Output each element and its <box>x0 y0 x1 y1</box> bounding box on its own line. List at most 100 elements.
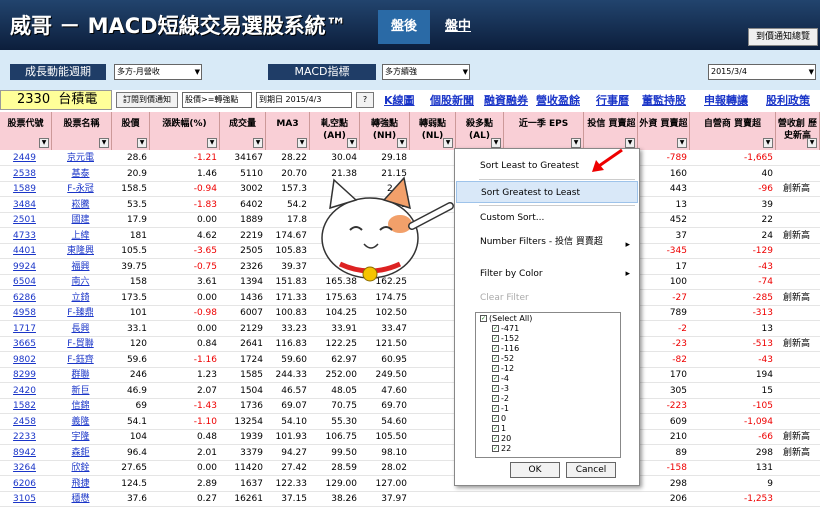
checkbox-icon[interactable]: ✓ <box>492 435 499 442</box>
filter-dropdown-icon[interactable]: ▼ <box>297 138 307 148</box>
cell-code[interactable]: 3105 <box>0 491 52 507</box>
checkbox-icon[interactable]: ✓ <box>492 425 499 432</box>
cell-name[interactable]: F-永冠 <box>52 181 112 197</box>
help-button[interactable]: ? <box>356 92 374 108</box>
cell-code[interactable]: 3484 <box>0 197 52 213</box>
growth-select[interactable]: 多方-月營收 ▼ <box>114 64 202 80</box>
cell-name[interactable]: 宇隆 <box>52 429 112 445</box>
filter-dropdown-icon[interactable]: ▼ <box>253 138 263 148</box>
cell-name[interactable]: 飛捷 <box>52 476 112 492</box>
filter-checkbox[interactable]: ✓ 20 <box>492 434 511 444</box>
table-row[interactable]: 2420 新巨 46.9 2.07 1504 46.57 48.05 47.60 305 15 <box>0 383 820 399</box>
link-news[interactable]: 個股新聞 <box>430 92 474 108</box>
cell-code[interactable]: 2501 <box>0 212 52 228</box>
cell-code[interactable]: 1589 <box>0 181 52 197</box>
filter-checkbox[interactable]: ✓ -1 <box>492 404 509 414</box>
cell-code[interactable]: 1717 <box>0 321 52 337</box>
cell-code[interactable]: 3665 <box>0 336 52 352</box>
cell-name[interactable]: 基泰 <box>52 166 112 182</box>
cell-code[interactable]: 2538 <box>0 166 52 182</box>
table-row[interactable]: 3665 F-貿聯 120 0.84 2641 116.83 122.25 121.50 -23… <box>0 336 820 353</box>
cell-name[interactable]: F-貿聯 <box>52 336 112 352</box>
table-row[interactable]: 6206 飛捷 124.5 2.89 1637 122.33 129.00 127.00 298… <box>0 476 820 492</box>
filter-checkbox[interactable]: ✓ -2 <box>492 394 509 404</box>
filter-dropdown-icon[interactable]: ▼ <box>677 138 687 148</box>
cell-name[interactable]: 信錦 <box>52 398 112 414</box>
link-insiders[interactable]: 董監持股 <box>642 92 686 108</box>
checkbox-icon[interactable]: ✓ <box>492 325 499 332</box>
checkbox-icon[interactable]: ✓ <box>492 445 499 452</box>
cell-code[interactable]: 8299 <box>0 367 52 383</box>
cell-code[interactable]: 6206 <box>0 476 52 492</box>
custom-sort-item[interactable]: Custom Sort... <box>456 207 638 229</box>
table-row[interactable]: 2458 義隆 54.1 -1.10 13254 54.10 55.30 54.60 609 -1… <box>0 414 820 430</box>
table-row[interactable]: 3105 穩懋 37.6 0.27 16261 37.15 38.26 37.97 206 -1,… <box>0 491 820 508</box>
date-select[interactable]: 2015/3/4 ▼ <box>708 64 816 80</box>
cell-code[interactable]: 9924 <box>0 259 52 275</box>
filter-dropdown-icon[interactable]: ▼ <box>807 138 817 148</box>
filter-dropdown-icon[interactable]: ▼ <box>347 138 357 148</box>
cell-code[interactable]: 4958 <box>0 305 52 321</box>
checkbox-icon[interactable]: ✓ <box>492 345 499 352</box>
checkbox-icon[interactable]: ✓ <box>492 375 499 382</box>
filter-dropdown-icon[interactable]: ▼ <box>39 138 49 148</box>
table-row[interactable]: 8942 森鉅 96.4 2.01 3379 94.27 99.50 98.10 89 298 創新… <box>0 445 820 461</box>
checkbox-icon[interactable]: ✓ <box>492 335 499 342</box>
cell-name[interactable]: 欣銓 <box>52 460 112 476</box>
checkbox-icon[interactable]: ✓ <box>492 355 499 362</box>
filter-checkbox[interactable]: ✓ 22 <box>492 444 511 454</box>
expiry-select[interactable]: 到期日 2015/4/3 <box>256 92 352 108</box>
filter-checkbox[interactable]: ✓ -52 <box>492 354 514 364</box>
link-calendar[interactable]: 行事曆 <box>596 92 629 108</box>
tab-intraday[interactable]: 盤中 <box>432 10 484 44</box>
cell-code[interactable]: 4401 <box>0 243 52 259</box>
cell-code[interactable]: 2420 <box>0 383 52 399</box>
table-row[interactable]: 8299 群聯 246 1.23 1585 244.33 252.00 249.50 170 19… <box>0 367 820 384</box>
checkbox-icon[interactable]: ✓ <box>480 315 487 322</box>
cell-code[interactable]: 3264 <box>0 460 52 476</box>
filter-checkbox[interactable]: ✓ 0 <box>492 414 506 424</box>
filter-dropdown-icon[interactable]: ▼ <box>443 138 453 148</box>
cell-name[interactable]: 東隆興 <box>52 243 112 259</box>
link-transfer[interactable]: 申報轉讓 <box>704 92 748 108</box>
cell-code[interactable]: 1582 <box>0 398 52 414</box>
cell-code[interactable]: 4733 <box>0 228 52 244</box>
checkbox-icon[interactable]: ✓ <box>492 415 499 422</box>
filter-dropdown-icon[interactable]: ▼ <box>571 138 581 148</box>
filter-checkbox[interactable]: ✓ -12 <box>492 364 514 374</box>
table-row[interactable]: 9802 F-鈺齊 59.6 -1.16 1724 59.60 62.97 60.95 -82 -… <box>0 352 820 368</box>
filter-dropdown-icon[interactable]: ▼ <box>763 138 773 148</box>
cell-name[interactable]: 新巨 <box>52 383 112 399</box>
table-row[interactable]: 2233 宇隆 104 0.48 1939 101.93 106.75 105.50 210 -6… <box>0 429 820 446</box>
filter-checkbox[interactable]: ✓ 1 <box>492 424 506 434</box>
cell-name[interactable]: 長興 <box>52 321 112 337</box>
sort-descending-item[interactable]: Sort Greatest to Least <box>456 181 638 203</box>
filter-checkbox[interactable]: ✓ (Select All) <box>480 314 532 324</box>
tab-after-hours[interactable]: 盤後 <box>378 10 430 44</box>
cell-name[interactable]: 國建 <box>52 212 112 228</box>
filter-dropdown-icon[interactable]: ▼ <box>137 138 147 148</box>
cell-name[interactable]: 森鉅 <box>52 445 112 461</box>
cell-name[interactable]: 南六 <box>52 274 112 290</box>
link-kline[interactable]: K線圖 <box>384 92 415 108</box>
filter-by-color-item[interactable]: Filter by Color ▸ <box>456 263 638 285</box>
filter-checkbox[interactable]: ✓ -3 <box>492 384 509 394</box>
filter-checkbox[interactable]: ✓ -152 <box>492 334 519 344</box>
cell-name[interactable]: 義隆 <box>52 414 112 430</box>
filter-dropdown-icon[interactable]: ▼ <box>491 138 501 148</box>
table-row[interactable]: 4958 F-臻鼎 101 -0.98 6007 100.83 104.25 102.50 78… <box>0 305 820 322</box>
table-row[interactable]: 3264 欣銓 27.65 0.00 11420 27.42 28.59 28.02 -158 1… <box>0 460 820 477</box>
notify-button[interactable]: 訂閱到價通知 <box>116 92 178 108</box>
checkbox-icon[interactable]: ✓ <box>492 365 499 372</box>
cell-name[interactable]: 上緯 <box>52 228 112 244</box>
table-row[interactable]: 2449 京元電 28.6 -1.21 34167 28.22 30.04 29.18 -789… <box>0 150 820 167</box>
cell-name[interactable]: 京元電 <box>52 150 112 166</box>
link-dividend[interactable]: 股利政策 <box>766 92 810 108</box>
filter-checkbox[interactable]: ✓ -4 <box>492 374 509 384</box>
cell-code[interactable]: 2458 <box>0 414 52 430</box>
filter-dropdown-icon[interactable]: ▼ <box>397 138 407 148</box>
macd-select[interactable]: 多方續強 ▼ <box>382 64 470 80</box>
link-revenue[interactable]: 營收盈餘 <box>536 92 580 108</box>
cell-name[interactable]: F-臻鼎 <box>52 305 112 321</box>
cell-name[interactable]: 群聯 <box>52 367 112 383</box>
